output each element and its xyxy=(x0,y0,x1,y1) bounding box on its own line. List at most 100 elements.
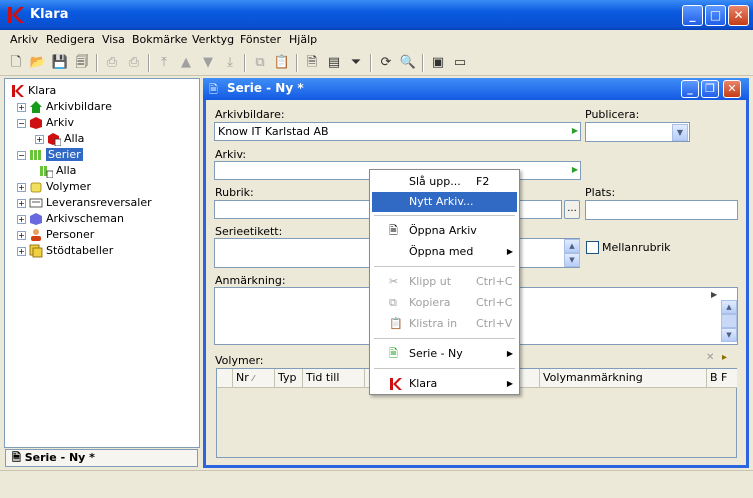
save-icon[interactable]: 💾 xyxy=(50,53,70,73)
tree-item-serier[interactable]: − Serier xyxy=(17,147,83,163)
menu-hjalp[interactable]: Hjälp xyxy=(289,33,317,46)
house-icon xyxy=(30,101,42,113)
filter-icon[interactable]: ⏷ xyxy=(346,53,366,73)
menu-item-oppna-med[interactable]: Öppna med ▶ xyxy=(372,242,517,262)
rubrik-browse-button[interactable]: ... xyxy=(564,200,580,219)
cube-icon xyxy=(30,213,42,225)
menu-visa[interactable]: Visa xyxy=(102,33,125,46)
scrollbar-thumb[interactable] xyxy=(721,314,737,328)
save-all-icon[interactable]: 🗐 xyxy=(72,53,92,73)
menu-item-kopiera[interactable]: ⧉ Kopiera Ctrl+C xyxy=(372,293,517,313)
note-icon[interactable]: ▤ xyxy=(324,53,344,73)
first-record-icon[interactable]: ⤒ xyxy=(154,53,174,73)
klara-logo-icon xyxy=(12,85,24,97)
menu-bokmarke[interactable]: Bokmärke xyxy=(132,33,187,46)
status-bar xyxy=(0,470,753,498)
tables-icon xyxy=(29,244,43,258)
klara-logo-icon xyxy=(8,7,24,23)
serieetikett-label: Serieetikett: xyxy=(215,225,283,238)
tree-item-arkiv-alla[interactable]: + Alla xyxy=(35,131,84,147)
tree-item-arkiv[interactable]: − Arkiv xyxy=(17,115,74,131)
tree-item-personer[interactable]: + Personer xyxy=(17,227,94,243)
search-icon[interactable]: 🔍 xyxy=(398,53,418,73)
close-button[interactable]: ✕ xyxy=(728,5,749,26)
collapse-icon[interactable]: − xyxy=(17,118,26,128)
paste-icon[interactable]: 📋 xyxy=(272,53,292,73)
document-icon: 🗎 xyxy=(12,451,21,464)
print-icon[interactable]: ⎙ xyxy=(102,53,122,73)
tree-item-arkivbildare[interactable]: + Arkivbildare xyxy=(17,99,112,115)
column-header-volymanmarkning[interactable]: Volymanmärkning xyxy=(540,369,707,388)
toolbar: 🗋 📂 💾 🗐 ⎙ ⎙ ⤒ ▲ ▼ ⤓ ⧉ 📋 🗎 ▤ ⏷ ⟳ 🔍 ▣ ▭ xyxy=(0,50,753,76)
expand-icon[interactable]: + xyxy=(17,102,26,112)
expand-icon[interactable]: + xyxy=(17,198,26,208)
tree-item-serier-alla[interactable]: Alla xyxy=(39,163,76,179)
arkivbildare-field[interactable]: Know IT Karlstad AB ▶ xyxy=(214,122,581,141)
column-header-typ[interactable]: Typ xyxy=(275,369,303,388)
last-record-icon[interactable]: ⤓ xyxy=(220,53,240,73)
menu-item-serie-ny[interactable]: 🗎 Serie - Ny ▶ xyxy=(372,344,517,364)
document-icon[interactable]: 🗎 xyxy=(302,53,322,73)
plats-field[interactable] xyxy=(585,200,738,220)
menu-item-klistra-in[interactable]: 📋 Klistra in Ctrl+V xyxy=(372,314,517,334)
binders-doc-icon xyxy=(40,166,53,178)
window-task-button[interactable]: 🗎 Serie - Ny * xyxy=(5,449,198,467)
column-header-tid-till[interactable]: Tid till xyxy=(303,369,365,388)
child-minimize-button[interactable]: _ xyxy=(681,80,699,98)
menu-item-sla-upp[interactable]: Slå upp... F2 xyxy=(372,172,517,192)
minimize-button[interactable]: _ xyxy=(682,5,703,26)
print-preview-icon[interactable]: ⎙ xyxy=(124,53,144,73)
window-icon[interactable]: ▭ xyxy=(450,53,470,73)
image-icon[interactable]: ▣ xyxy=(428,53,448,73)
tree-item-leveransreversaler[interactable]: + Leveransreversaler xyxy=(17,195,152,211)
chevron-down-icon[interactable]: ▼ xyxy=(672,124,688,141)
menu-arkiv[interactable]: Arkiv xyxy=(10,33,38,46)
menu-redigera[interactable]: Redigera xyxy=(46,33,95,46)
publicera-select[interactable]: ▼ xyxy=(585,122,690,142)
refresh-icon[interactable]: ⟳ xyxy=(376,53,396,73)
child-close-button[interactable]: ✕ xyxy=(723,80,741,98)
expand-icon[interactable]: + xyxy=(17,182,26,192)
rubrik-label: Rubrik: xyxy=(215,186,254,199)
child-title: Serie - Ny * xyxy=(227,81,304,95)
menu-item-nytt-arkiv[interactable]: Nytt Arkiv... xyxy=(372,192,517,212)
prev-record-icon[interactable]: ▲ xyxy=(176,53,196,73)
scroll-up-icon[interactable]: ▲ xyxy=(564,239,580,253)
expand-icon[interactable]: + xyxy=(17,214,26,224)
tree-item-arkivscheman[interactable]: + Arkivscheman xyxy=(17,211,124,227)
tree-root[interactable]: Klara xyxy=(11,83,56,99)
collapse-icon[interactable]: − xyxy=(17,150,26,160)
copy-icon[interactable]: ⧉ xyxy=(250,53,270,73)
menu-verktyg[interactable]: Verktyg xyxy=(192,33,234,46)
column-header-bf[interactable]: B F xyxy=(707,369,737,388)
menu-item-klipp-ut[interactable]: ✂ Klipp ut Ctrl+C xyxy=(372,272,517,292)
menu-item-oppna-arkiv[interactable]: 🗎 Öppna Arkiv xyxy=(372,221,517,241)
maximize-button[interactable]: □ xyxy=(705,5,726,26)
app-title: Klara xyxy=(30,7,69,22)
next-record-icon[interactable]: ▼ xyxy=(198,53,218,73)
anmarkning-label: Anmärkning: xyxy=(215,274,286,287)
child-restore-button[interactable]: ❐ xyxy=(701,80,719,98)
publicera-label: Publicera: xyxy=(585,108,640,121)
expand-icon[interactable]: + xyxy=(35,134,44,144)
menu-fonster[interactable]: Fönster xyxy=(240,33,281,46)
expand-icon[interactable]: + xyxy=(17,230,26,240)
person-icon xyxy=(31,229,41,241)
new-icon[interactable]: 🗋 xyxy=(6,53,26,73)
delete-row-icon[interactable]: ✕ xyxy=(706,352,714,363)
submenu-arrow-icon: ▶ xyxy=(506,349,513,358)
column-header-nr[interactable]: Nr ⁄ xyxy=(233,369,275,388)
expand-icon[interactable]: + xyxy=(17,246,26,256)
tree-item-volymer[interactable]: + Volymer xyxy=(17,179,91,195)
navigation-tree: Klara + Arkivbildare − Arkiv + Alla − Serier… xyxy=(4,78,200,448)
scroll-up-icon[interactable]: ▲ xyxy=(721,300,737,314)
mellanrubrik-checkbox[interactable] xyxy=(586,241,599,254)
scroll-down-icon[interactable]: ▼ xyxy=(721,328,737,342)
open-folder-icon[interactable]: 📂 xyxy=(28,53,48,73)
add-row-icon[interactable]: ▸ xyxy=(722,352,727,363)
scissors-icon: ✂ xyxy=(389,275,399,288)
main-titlebar: Klara _ □ ✕ xyxy=(0,0,753,30)
tree-item-stodtabeller[interactable]: + Stödtabeller xyxy=(17,243,113,259)
menu-item-klara[interactable]: Klara ▶ xyxy=(372,374,517,394)
scroll-down-icon[interactable]: ▼ xyxy=(564,253,580,267)
